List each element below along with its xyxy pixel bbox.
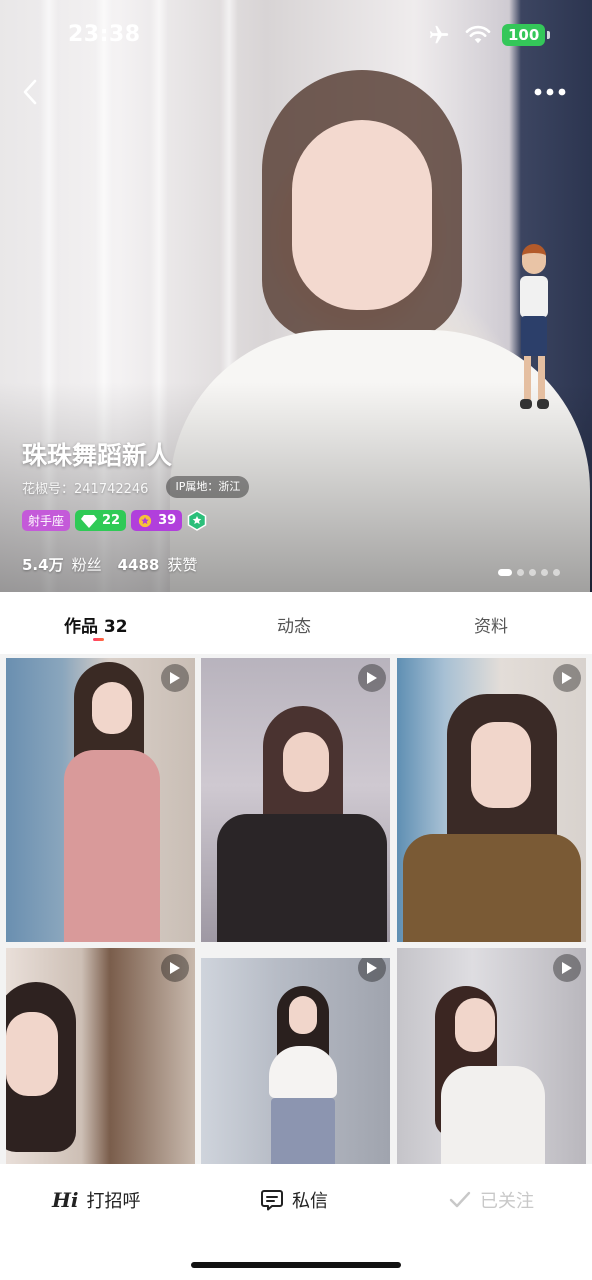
video-thumbnail[interactable] bbox=[201, 658, 390, 942]
diamond-icon bbox=[81, 514, 98, 528]
followers-label[interactable]: 粉丝 bbox=[72, 554, 102, 575]
profile-cover[interactable]: 23:38 100 珠珠舞蹈新人 花椒号：241742246 IP属地：浙江 射… bbox=[0, 0, 592, 592]
video-thumbnail[interactable] bbox=[6, 948, 195, 1164]
message-button[interactable]: 私信 bbox=[260, 1186, 328, 1214]
level-badge[interactable]: 22 bbox=[75, 510, 127, 531]
active-tab-indicator bbox=[93, 638, 104, 641]
bottom-action-bar: Hi 打招呼 私信 已关注 bbox=[0, 1164, 592, 1280]
likes-label: 获赞 bbox=[167, 556, 198, 574]
chat-bubble-icon bbox=[261, 1190, 283, 1211]
video-thumbnail[interactable] bbox=[6, 658, 195, 942]
profile-nickname: 珠珠舞蹈新人 bbox=[22, 441, 173, 470]
play-icon bbox=[161, 954, 189, 982]
home-indicator[interactable] bbox=[191, 1262, 401, 1268]
video-thumbnail[interactable] bbox=[201, 958, 390, 1164]
page-dot bbox=[529, 569, 536, 576]
video-thumbnail[interactable] bbox=[397, 948, 586, 1164]
battery-level: 100 bbox=[502, 24, 546, 46]
page-dot bbox=[498, 569, 512, 576]
followed-label: 已关注 bbox=[480, 1191, 534, 1212]
profile-tabs: 作品 32 动态 资料 bbox=[0, 592, 592, 654]
cover-page-indicator bbox=[498, 569, 560, 576]
user-id[interactable]: 花椒号：241742246 bbox=[22, 478, 148, 497]
tab-works[interactable]: 作品 32 bbox=[64, 612, 128, 637]
works-grid bbox=[0, 654, 592, 1164]
ip-location-badge: IP属地：浙江 bbox=[166, 476, 250, 498]
chevron-left-icon bbox=[23, 79, 37, 105]
play-icon bbox=[358, 664, 386, 692]
hi-icon: Hi bbox=[52, 1188, 79, 1212]
wifi-icon bbox=[465, 25, 491, 44]
more-options-button[interactable] bbox=[528, 74, 572, 110]
likes-count: 4488 bbox=[117, 556, 160, 574]
cover-photo-face bbox=[292, 120, 432, 310]
checkmark-icon bbox=[449, 1191, 471, 1208]
airplane-mode-icon bbox=[429, 25, 449, 44]
more-dots-icon bbox=[534, 88, 566, 96]
page-dot bbox=[541, 569, 548, 576]
zodiac-badge[interactable]: 射手座 bbox=[22, 510, 71, 531]
stats-row: 5.4万 粉丝 4488 获赞 bbox=[22, 554, 213, 575]
hexagon-icon bbox=[187, 510, 207, 531]
crown-star-icon bbox=[138, 514, 152, 527]
tab-moments[interactable]: 动态 bbox=[277, 612, 311, 637]
tab-info[interactable]: 资料 bbox=[474, 612, 508, 637]
profile-id-row: 花椒号：241742246 IP属地：浙江 bbox=[22, 476, 250, 498]
greet-label: 打招呼 bbox=[86, 1191, 141, 1212]
greet-button[interactable]: Hi 打招呼 bbox=[52, 1186, 141, 1214]
message-label: 私信 bbox=[292, 1191, 328, 1212]
battery-indicator: 100 bbox=[502, 24, 551, 46]
badge-row: 射手座 22 39 bbox=[22, 510, 207, 531]
video-thumbnail[interactable] bbox=[397, 658, 586, 942]
level-value: 22 bbox=[102, 513, 121, 528]
play-icon bbox=[553, 664, 581, 692]
followed-button[interactable]: 已关注 bbox=[448, 1186, 534, 1214]
honor-badge[interactable] bbox=[187, 510, 207, 531]
page-dot bbox=[517, 569, 524, 576]
avatar-figure[interactable] bbox=[510, 244, 558, 419]
status-bar: 23:38 100 bbox=[0, 0, 592, 70]
page-dot bbox=[553, 569, 560, 576]
wealth-value: 39 bbox=[158, 513, 177, 528]
back-button[interactable] bbox=[12, 74, 48, 110]
status-time: 23:38 bbox=[68, 22, 141, 47]
wealth-badge[interactable]: 39 bbox=[131, 510, 183, 531]
play-icon bbox=[553, 954, 581, 982]
play-icon bbox=[161, 664, 189, 692]
followers-count[interactable]: 5.4万 bbox=[22, 554, 64, 575]
